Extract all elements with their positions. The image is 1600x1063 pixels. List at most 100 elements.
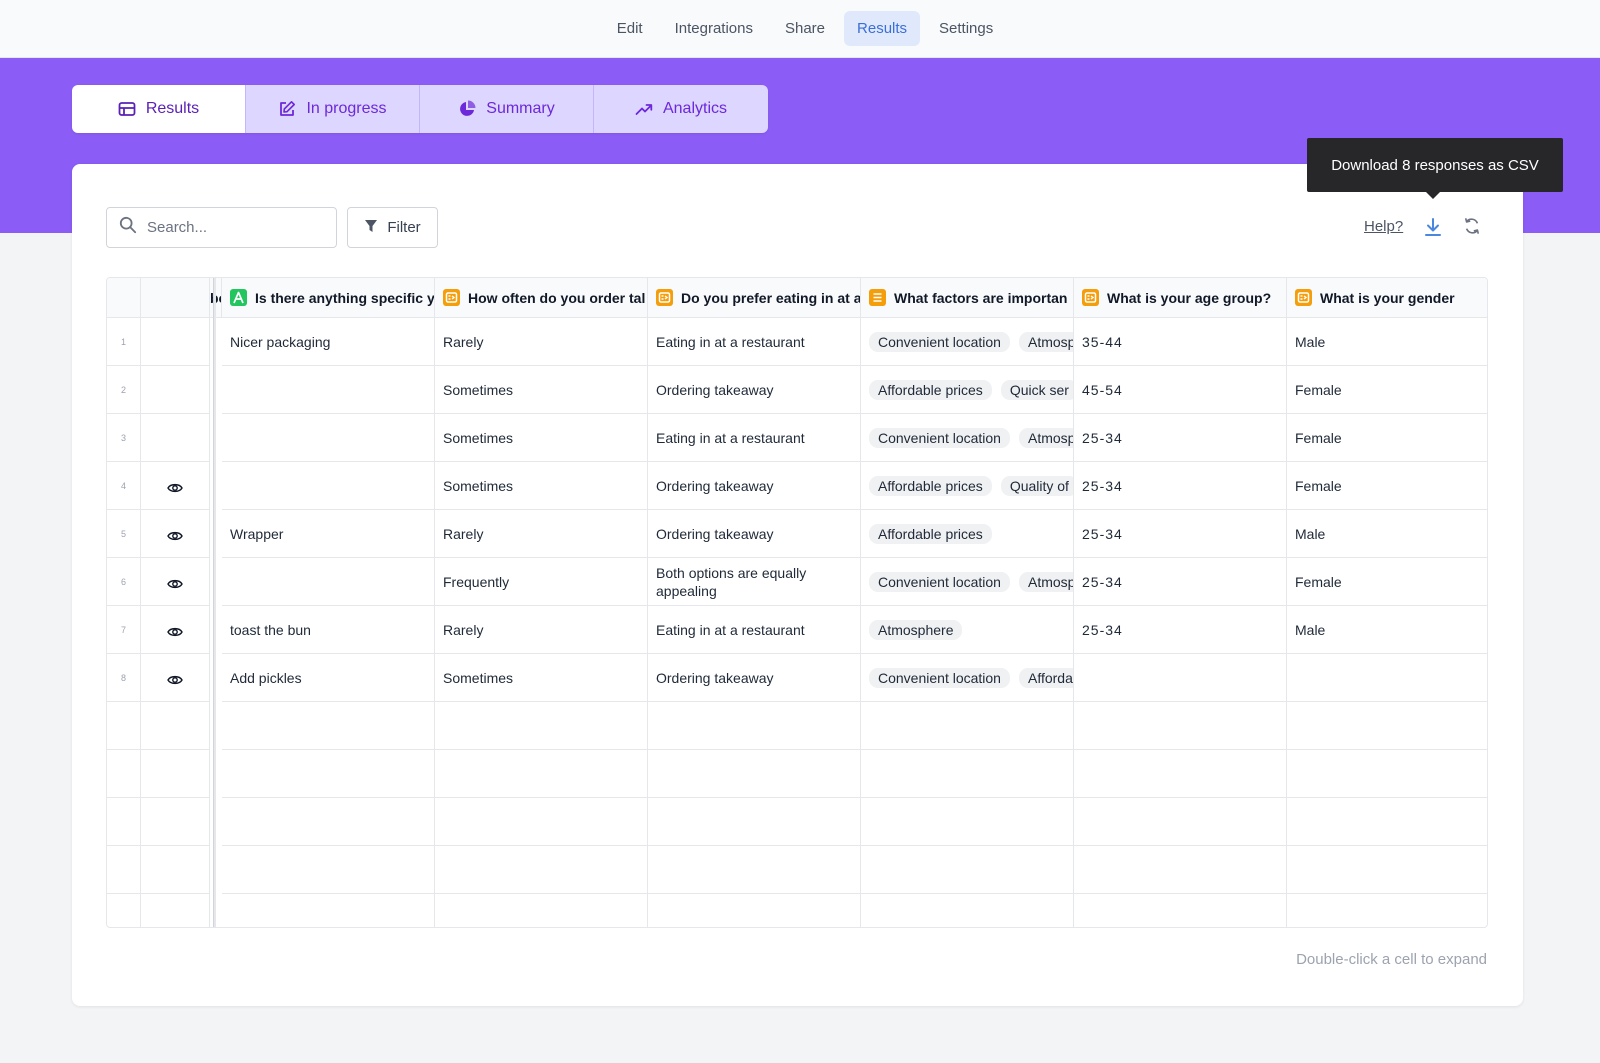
empty-cell[interactable]: [222, 798, 435, 846]
empty-cell[interactable]: [648, 798, 861, 846]
table-cell[interactable]: [1074, 654, 1287, 702]
table-cell[interactable]: Rarely: [435, 318, 648, 366]
filter-button[interactable]: Filter: [347, 207, 438, 248]
table-cell[interactable]: Male: [1287, 606, 1487, 654]
table-cell[interactable]: Nicer packaging: [222, 318, 435, 366]
column-header[interactable]: What is your gender: [1287, 278, 1487, 318]
empty-cell[interactable]: [1074, 846, 1287, 894]
table-cell[interactable]: Female: [1287, 366, 1487, 414]
table-cell[interactable]: [222, 558, 435, 606]
empty-cell[interactable]: [648, 750, 861, 798]
view-response-eye-icon[interactable]: [167, 482, 183, 494]
table-cell-tags[interactable]: Convenient location Atmosp: [861, 318, 1074, 366]
empty-cell[interactable]: [1287, 702, 1487, 750]
empty-cell[interactable]: [1074, 894, 1287, 927]
topnav-edit[interactable]: Edit: [604, 11, 656, 46]
table-cell-tags[interactable]: Affordable prices Quick ser: [861, 366, 1074, 414]
table-cell[interactable]: Add pickles: [222, 654, 435, 702]
topnav-integrations[interactable]: Integrations: [662, 11, 766, 46]
view-response-eye-icon[interactable]: [167, 530, 183, 542]
table-cell[interactable]: Female: [1287, 462, 1487, 510]
empty-cell[interactable]: [141, 750, 210, 798]
table-cell[interactable]: Ordering takeaway: [648, 510, 861, 558]
table-cell[interactable]: Rarely: [435, 606, 648, 654]
table-cell[interactable]: Female: [1287, 558, 1487, 606]
empty-cell[interactable]: [1074, 750, 1287, 798]
search-input[interactable]: [147, 219, 317, 236]
empty-cell[interactable]: [861, 798, 1074, 846]
empty-cell[interactable]: [648, 846, 861, 894]
column-header[interactable]: Do you prefer eating in at a: [648, 278, 861, 318]
table-cell[interactable]: Sometimes: [435, 462, 648, 510]
empty-cell[interactable]: [1287, 798, 1487, 846]
table-cell[interactable]: Female: [1287, 414, 1487, 462]
empty-cell[interactable]: [1074, 798, 1287, 846]
table-cell[interactable]: Eating in at a restaurant: [648, 606, 861, 654]
topnav-results[interactable]: Results: [844, 11, 921, 46]
empty-cell[interactable]: [435, 798, 648, 846]
empty-cell[interactable]: [435, 750, 648, 798]
empty-cell[interactable]: [107, 846, 141, 894]
table-cell[interactable]: [222, 414, 435, 462]
column-header[interactable]: Is there anything specific y: [222, 278, 435, 318]
table-cell-tags[interactable]: Atmosphere: [861, 606, 1074, 654]
empty-cell[interactable]: [107, 750, 141, 798]
table-cell[interactable]: 25-34: [1074, 414, 1287, 462]
empty-cell[interactable]: [222, 846, 435, 894]
column-header[interactable]: What is your age group?: [1074, 278, 1287, 318]
empty-cell[interactable]: [861, 750, 1074, 798]
empty-cell[interactable]: [861, 846, 1074, 894]
empty-cell[interactable]: [648, 702, 861, 750]
table-cell[interactable]: Ordering takeaway: [648, 366, 861, 414]
column-header[interactable]: How often do you order tal: [435, 278, 648, 318]
table-cell[interactable]: 25-34: [1074, 462, 1287, 510]
subtab-analytics[interactable]: Analytics: [594, 85, 768, 133]
empty-cell[interactable]: [222, 702, 435, 750]
table-cell[interactable]: Sometimes: [435, 414, 648, 462]
subtab-summary[interactable]: Summary: [420, 85, 594, 133]
table-cell[interactable]: Ordering takeaway: [648, 654, 861, 702]
table-cell[interactable]: Frequently: [435, 558, 648, 606]
empty-cell[interactable]: [435, 894, 648, 927]
empty-cell[interactable]: [107, 894, 141, 927]
view-response-eye-icon[interactable]: [167, 578, 183, 590]
table-cell[interactable]: [222, 366, 435, 414]
table-cell[interactable]: Sometimes: [435, 366, 648, 414]
table-cell[interactable]: Male: [1287, 510, 1487, 558]
empty-cell[interactable]: [1287, 750, 1487, 798]
empty-cell[interactable]: [141, 894, 210, 927]
empty-cell[interactable]: [861, 894, 1074, 927]
table-cell[interactable]: 25-34: [1074, 606, 1287, 654]
search-box[interactable]: [106, 207, 337, 248]
subtab-in-progress[interactable]: In progress: [246, 85, 420, 133]
empty-cell[interactable]: [435, 702, 648, 750]
topnav-settings[interactable]: Settings: [926, 11, 1006, 46]
table-cell[interactable]: [222, 462, 435, 510]
table-cell[interactable]: 35-44: [1074, 318, 1287, 366]
empty-cell[interactable]: [222, 750, 435, 798]
empty-cell[interactable]: [107, 702, 141, 750]
empty-cell[interactable]: [107, 798, 141, 846]
table-cell[interactable]: 45-54: [1074, 366, 1287, 414]
help-link[interactable]: Help?: [1364, 218, 1403, 235]
table-cell[interactable]: [1287, 654, 1487, 702]
table-cell-tags[interactable]: Convenient location Atmosp: [861, 414, 1074, 462]
topnav-share[interactable]: Share: [772, 11, 838, 46]
download-csv-icon[interactable]: [1424, 217, 1442, 242]
table-cell[interactable]: Ordering takeaway: [648, 462, 861, 510]
table-cell[interactable]: Sometimes: [435, 654, 648, 702]
empty-cell[interactable]: [141, 846, 210, 894]
table-cell-tags[interactable]: Convenient location Atmosp: [861, 558, 1074, 606]
table-cell[interactable]: Wrapper: [222, 510, 435, 558]
table-cell[interactable]: Eating in at a restaurant: [648, 318, 861, 366]
empty-cell[interactable]: [141, 702, 210, 750]
empty-cell[interactable]: [1287, 846, 1487, 894]
empty-cell[interactable]: [648, 894, 861, 927]
empty-cell[interactable]: [1287, 894, 1487, 927]
empty-cell[interactable]: [435, 846, 648, 894]
table-cell[interactable]: Male: [1287, 318, 1487, 366]
empty-cell[interactable]: [141, 798, 210, 846]
table-cell[interactable]: Rarely: [435, 510, 648, 558]
empty-cell[interactable]: [861, 702, 1074, 750]
table-cell-tags[interactable]: Convenient location Afforda: [861, 654, 1074, 702]
